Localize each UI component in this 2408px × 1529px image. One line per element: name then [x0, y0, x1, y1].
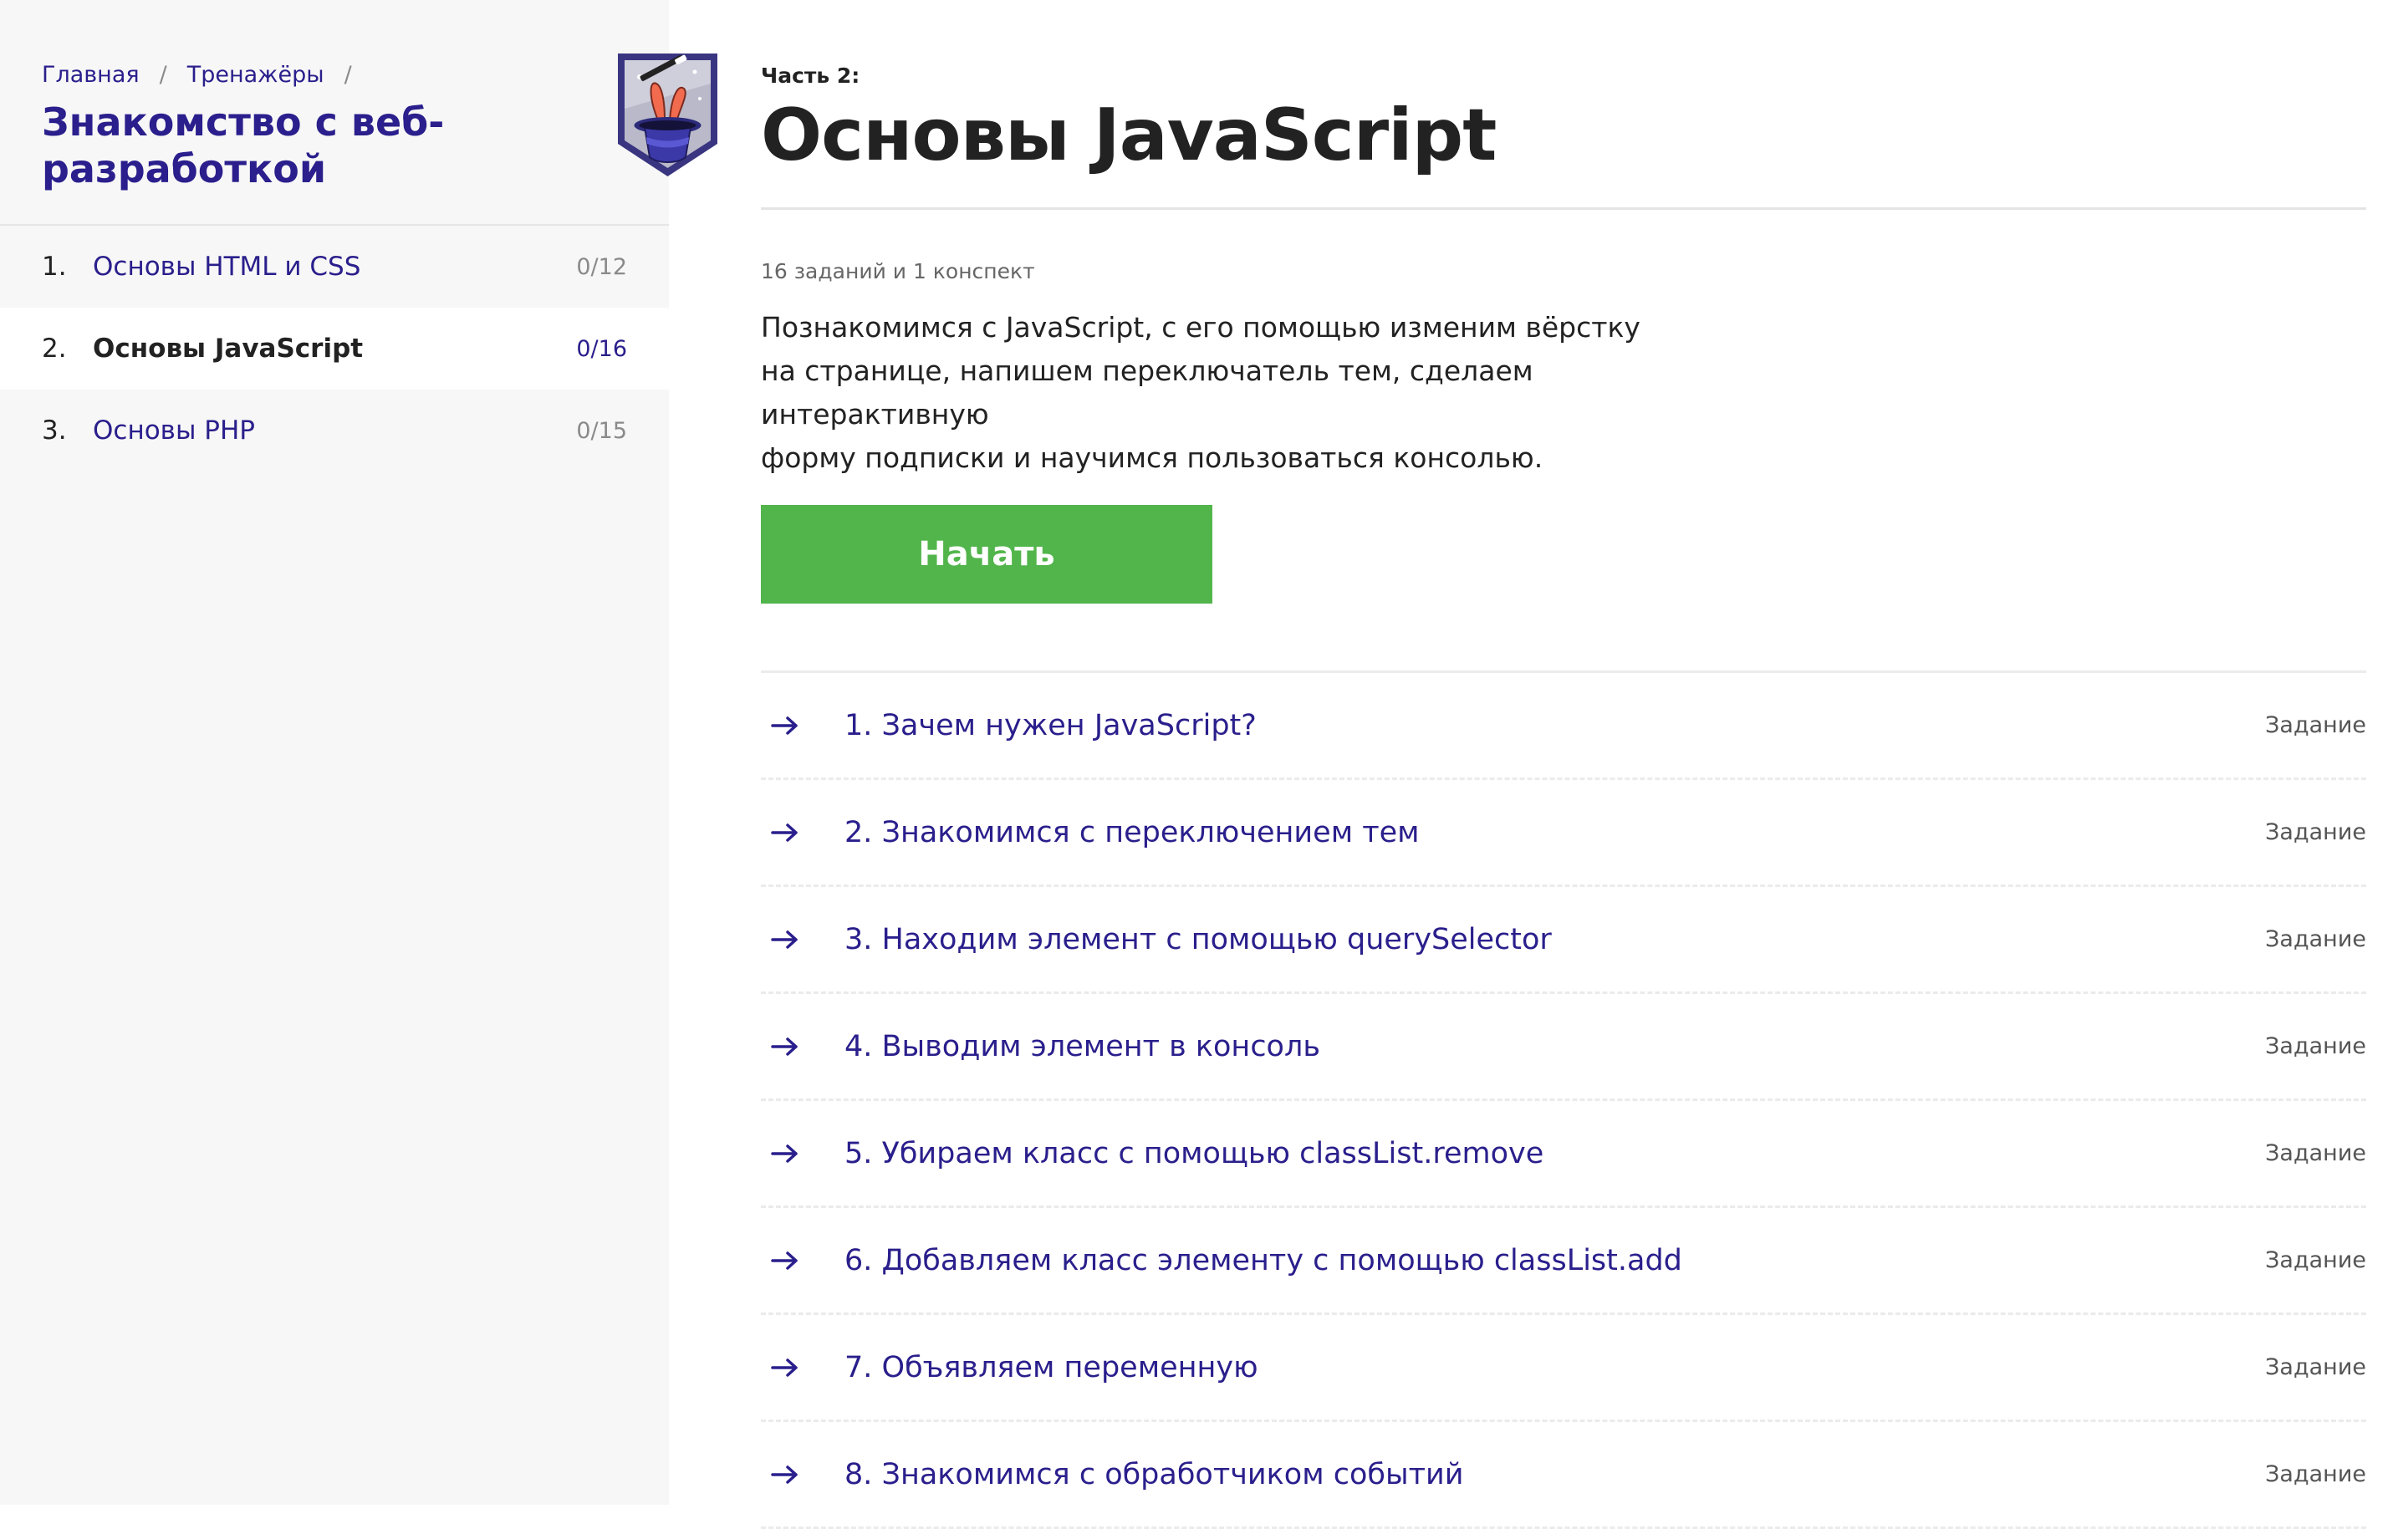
- arrow-right-icon: [761, 1251, 844, 1271]
- arrow-right-icon: [761, 930, 844, 950]
- arrow-right-icon: [761, 1144, 844, 1164]
- task-row[interactable]: 4. Выводим элемент в консоль Задание: [761, 994, 2366, 1101]
- task-type: Задание: [2265, 1140, 2366, 1166]
- task-type: Задание: [2265, 1461, 2366, 1487]
- start-button[interactable]: Начать: [761, 505, 1212, 604]
- breadcrumb: Главная / Тренажёры /: [42, 62, 372, 88]
- task-title[interactable]: 4. Выводим элемент в консоль: [844, 1030, 2265, 1063]
- task-type: Задание: [2265, 1354, 2366, 1380]
- task-type: Задание: [2265, 926, 2366, 952]
- nav-item-progress: 0/15: [576, 417, 627, 444]
- nav-item-number: 2.: [42, 334, 67, 364]
- nav-item-progress: 0/16: [576, 335, 627, 362]
- arrow-right-icon: [761, 1037, 844, 1057]
- task-row[interactable]: 3. Находим элемент с помощью querySelect…: [761, 887, 2366, 994]
- description-line: на странице, напишем переключатель тем, …: [761, 354, 1533, 431]
- breadcrumb-separator: /: [344, 62, 352, 88]
- task-title[interactable]: 8. Знакомимся с обработчиком событий: [844, 1458, 2265, 1491]
- task-row[interactable]: 8. Знакомимся с обработчиком событий Зад…: [761, 1422, 2366, 1529]
- description-line: Познакомимся с JavaScript, с его помощью…: [761, 311, 1640, 344]
- nav-item-label: Основы JavaScript: [93, 334, 364, 364]
- breadcrumb-separator: /: [159, 62, 167, 88]
- task-row[interactable]: 6. Добавляем класс элементу с помощью cl…: [761, 1208, 2366, 1315]
- task-row[interactable]: 1. Зачем нужен JavaScript? Задание: [761, 673, 2366, 780]
- description-line: форму подписки и научимся пользоваться к…: [761, 441, 1543, 474]
- task-title[interactable]: 7. Объявляем переменную: [844, 1351, 2265, 1384]
- nav-item-progress: 0/12: [576, 253, 627, 280]
- nav-item-number: 3.: [42, 415, 67, 446]
- page-title: Основы JavaScript: [761, 94, 1497, 177]
- nav-item-label: Основы HTML и CSS: [93, 252, 361, 282]
- task-row[interactable]: 7. Объявляем переменную Задание: [761, 1315, 2366, 1422]
- nav-item-php[interactable]: 3. Основы PHP 0/15: [0, 390, 669, 471]
- task-type: Задание: [2265, 712, 2366, 738]
- nav-item-label: Основы PHP: [93, 415, 255, 446]
- breadcrumb-home-link[interactable]: Главная: [42, 62, 140, 88]
- task-title[interactable]: 2. Знакомимся с переключением тем: [844, 816, 2265, 849]
- task-type: Задание: [2265, 1033, 2366, 1059]
- sidebar: Главная / Тренажёры / Знакомство с веб-р…: [0, 0, 717, 1505]
- arrow-right-icon: [761, 716, 844, 736]
- task-type: Задание: [2265, 1247, 2366, 1273]
- arrow-right-icon: [761, 823, 844, 843]
- task-row[interactable]: 2. Знакомимся с переключением тем Задани…: [761, 780, 2366, 887]
- task-type: Задание: [2265, 819, 2366, 845]
- task-title[interactable]: 5. Убираем класс с помощью classList.rem…: [844, 1137, 2265, 1170]
- nav-item-html-css[interactable]: 1. Основы HTML и CSS 0/12: [0, 226, 669, 308]
- course-title: Знакомство с веб-разработкой: [42, 99, 445, 191]
- part-label: Часть 2:: [761, 64, 860, 88]
- title-divider: [761, 207, 2366, 210]
- task-title[interactable]: 3. Находим элемент с помощью querySelect…: [844, 923, 2265, 956]
- nav-item-javascript[interactable]: 2. Основы JavaScript 0/16: [0, 308, 669, 390]
- task-title[interactable]: 6. Добавляем класс элементу с помощью cl…: [844, 1244, 2265, 1277]
- arrow-right-icon: [761, 1358, 844, 1378]
- arrow-right-icon: [761, 1465, 844, 1485]
- breadcrumb-trainers-link[interactable]: Тренажёры: [187, 62, 324, 88]
- task-title[interactable]: 1. Зачем нужен JavaScript?: [844, 709, 2265, 742]
- lesson-nav: 1. Основы HTML и CSS 0/12 2. Основы Java…: [0, 224, 669, 471]
- lesson-summary: 16 заданий и 1 конспект: [761, 259, 1035, 283]
- magic-hat-rabbit-icon: [615, 50, 721, 180]
- nav-item-number: 1.: [42, 252, 67, 282]
- task-row[interactable]: 5. Убираем класс с помощью classList.rem…: [761, 1101, 2366, 1208]
- lesson-description: Познакомимся с JavaScript, с его помощью…: [761, 306, 1722, 480]
- task-list: 1. Зачем нужен JavaScript? Задание 2. Зн…: [761, 670, 2366, 1529]
